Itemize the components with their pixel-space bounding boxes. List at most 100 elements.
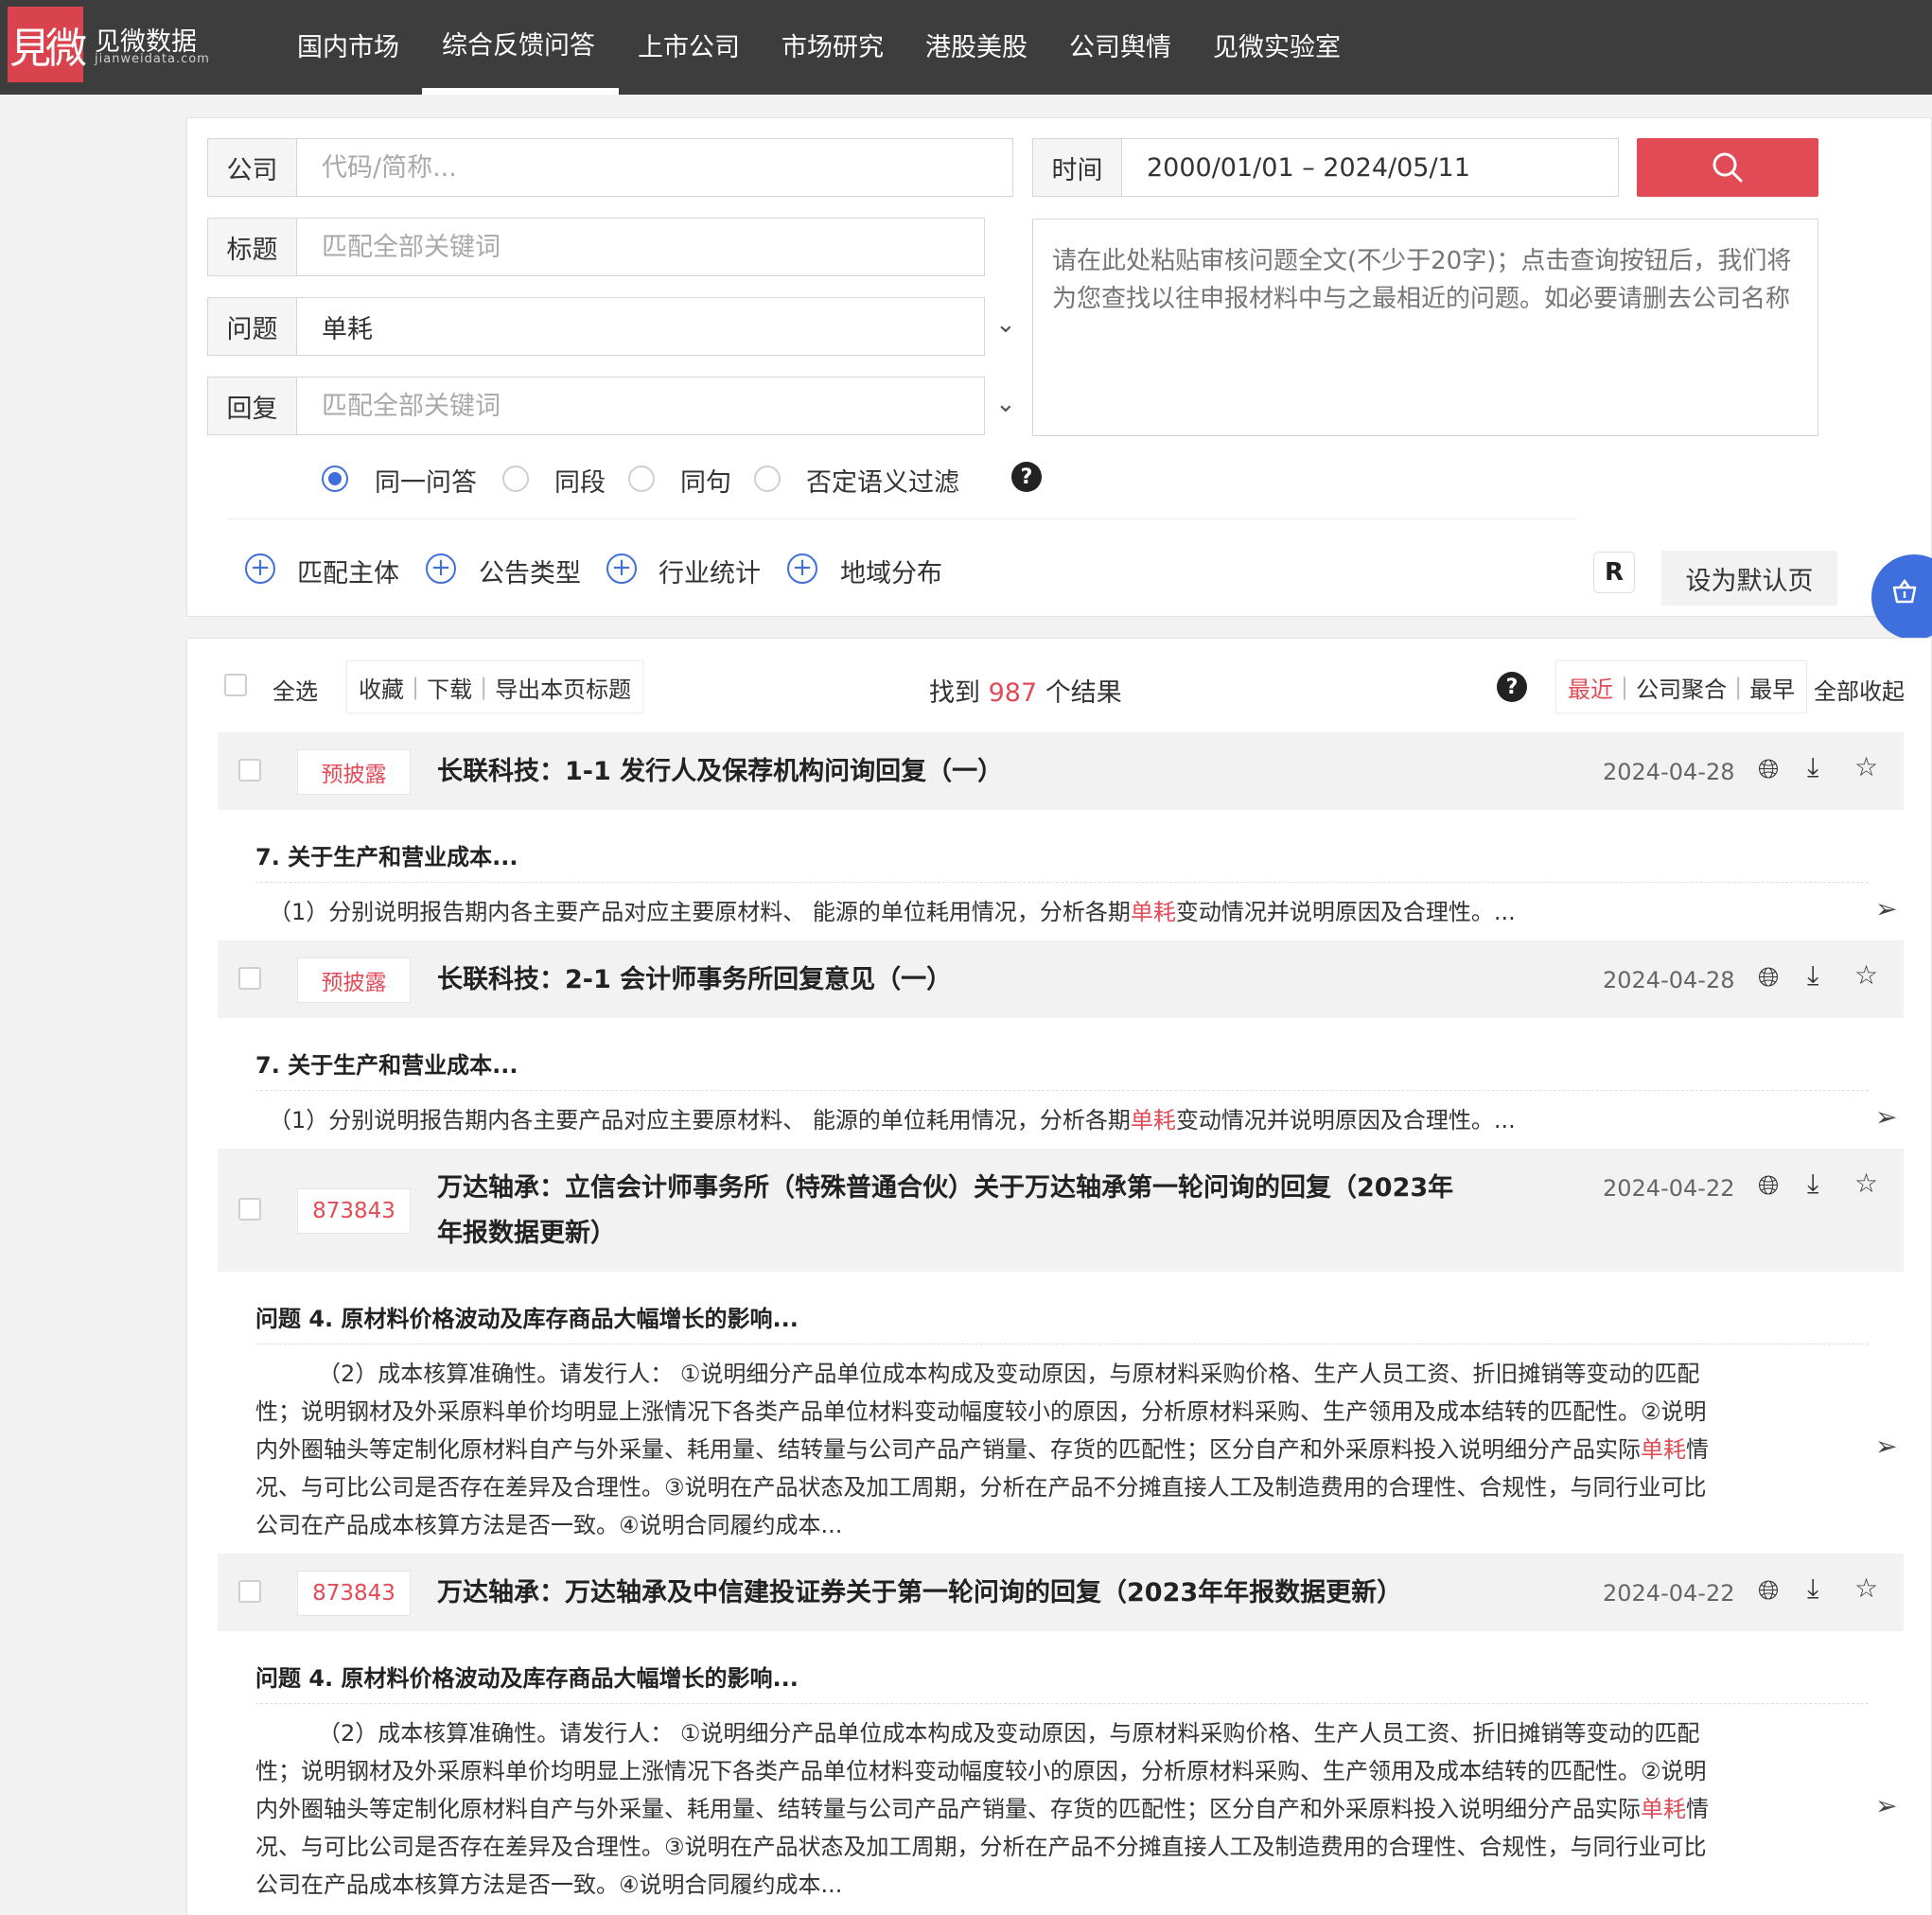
basket-icon	[1892, 578, 1917, 604]
result-date: 2024-04-28	[1603, 967, 1735, 993]
question-heading[interactable]: 7. 关于生产和营业成本...	[255, 1046, 518, 1080]
question-fulltext-input[interactable]	[1032, 219, 1818, 436]
search-icon	[1712, 152, 1743, 183]
question-excerpt[interactable]: （2）成本核算准确性。请发行人： ①说明细分产品单位成本构成及变动原因，与原材料…	[255, 1355, 1831, 1544]
filter-subject[interactable]: 匹配主体	[297, 553, 399, 589]
help-icon[interactable]: ?	[1011, 462, 1042, 492]
star-icon[interactable]: ☆	[1854, 1572, 1878, 1604]
question-heading[interactable]: 7. 关于生产和营业成本...	[255, 838, 518, 871]
download-button[interactable]: 下载	[427, 671, 472, 704]
reply-input[interactable]	[297, 378, 984, 434]
globe-icon[interactable]: 🌐︎	[1758, 1169, 1779, 1202]
download-icon[interactable]: ⤓	[1807, 959, 1818, 992]
question-excerpt[interactable]: （2）成本核算准确性。请发行人： ①说明细分产品单位成本构成及变动原因，与原材料…	[255, 1714, 1831, 1904]
download-icon[interactable]: ⤓	[1807, 1572, 1818, 1605]
plus-circle-icon[interactable]: +	[606, 553, 637, 584]
time-range-input[interactable]: 2000/01/01 – 2024/05/11	[1122, 139, 1618, 196]
nav-item-listed[interactable]: 上市公司	[638, 26, 740, 63]
logo-url: jianweidata.com	[95, 52, 210, 66]
help-icon[interactable]: ?	[1497, 672, 1527, 702]
radio-label: 同段	[554, 468, 606, 498]
question-heading[interactable]: 问题 4. 原材料价格波动及库存商品大幅增长的影响...	[255, 1660, 799, 1693]
plus-circle-icon[interactable]: +	[426, 553, 456, 584]
chevron-down-icon[interactable]: ⌄	[995, 310, 1016, 339]
logo-mark[interactable]: 見微	[8, 7, 87, 82]
question-field: 问题	[207, 297, 985, 356]
sort-company-group[interactable]: 公司聚合	[1636, 671, 1727, 704]
collect-button[interactable]: 收藏	[359, 671, 404, 704]
filter-industry[interactable]: 行业统计	[659, 553, 761, 589]
result-tag[interactable]: 873843	[297, 1188, 411, 1234]
radio-same-paragraph[interactable]	[502, 466, 529, 492]
result-title[interactable]: 万达轴承：立信会计师事务所（特殊普通合伙）关于万达轴承第一轮问询的回复（2023…	[437, 1166, 1453, 1256]
select-all-checkbox[interactable]	[224, 674, 247, 696]
filter-region[interactable]: 地域分布	[840, 553, 942, 589]
result-tag[interactable]: 预披露	[297, 958, 411, 1003]
keyword-highlight: 单耗	[1641, 1796, 1686, 1822]
result-title[interactable]: 长联科技：1-1 发行人及保荐机构问询回复（一）	[437, 749, 1003, 795]
keyword-highlight: 单耗	[1130, 1107, 1176, 1133]
question-excerpt[interactable]: （1）分别说明报告期内各主要产品对应主要原材料、 能源的单位耗用情况，分析各期单…	[269, 1101, 1844, 1139]
radio-negation-filter[interactable]	[754, 466, 781, 492]
divider	[227, 518, 1576, 519]
result-tag[interactable]: 预披露	[297, 749, 411, 795]
question-label: 问题	[208, 298, 297, 355]
result-checkbox[interactable]	[238, 1198, 261, 1221]
reply-label: 回复	[208, 378, 297, 434]
send-icon[interactable]: ➢	[1875, 1431, 1897, 1462]
download-icon[interactable]: ⤓	[1807, 751, 1818, 783]
nav-item-hk-us[interactable]: 港股美股	[925, 26, 1027, 63]
star-icon[interactable]: ☆	[1854, 751, 1878, 782]
search-button[interactable]	[1637, 138, 1818, 197]
plus-circle-icon[interactable]: +	[245, 553, 275, 584]
time-label: 时间	[1033, 139, 1122, 196]
title-input[interactable]	[297, 219, 984, 275]
divider	[255, 1090, 1869, 1091]
radio-same-sentence[interactable]	[628, 466, 655, 492]
send-icon[interactable]: ➢	[1875, 1790, 1897, 1821]
nav-item-sentiment[interactable]: 公司舆情	[1069, 26, 1171, 63]
time-field: 时间 2000/01/01 – 2024/05/11	[1032, 138, 1619, 197]
result-checkbox[interactable]	[238, 967, 261, 990]
result-title[interactable]: 长联科技：2-1 会计师事务所回复意见（一）	[437, 958, 952, 1003]
radio-label: 同一问答	[375, 468, 477, 498]
download-icon[interactable]: ⤓	[1807, 1168, 1818, 1200]
collapse-all-button[interactable]: 全部收起	[1814, 673, 1905, 706]
globe-icon[interactable]: 🌐︎	[1758, 961, 1779, 993]
result-date: 2024-04-28	[1603, 759, 1735, 785]
nav-item-lab[interactable]: 见微实验室	[1213, 26, 1341, 63]
result-title[interactable]: 万达轴承：万达轴承及中信建投证券关于第一轮问询的回复（2023年年报数据更新）	[437, 1571, 1402, 1616]
nav-item-research[interactable]: 市场研究	[782, 26, 884, 63]
question-excerpt[interactable]: （1）分别说明报告期内各主要产品对应主要原材料、 能源的单位耗用情况，分析各期单…	[269, 893, 1844, 931]
radio-same-qa[interactable]	[322, 466, 348, 492]
title-label: 标题	[208, 219, 297, 275]
star-icon[interactable]: ☆	[1854, 959, 1878, 991]
plus-circle-icon[interactable]: +	[787, 553, 817, 584]
active-tab-indicator	[422, 88, 619, 95]
result-checkbox[interactable]	[238, 759, 261, 782]
sort-recent[interactable]: 最近	[1568, 671, 1613, 704]
sort-earliest[interactable]: 最早	[1749, 671, 1795, 704]
export-titles-button[interactable]: 导出本页标题	[495, 671, 631, 704]
radio-label: 否定语义过滤	[806, 468, 959, 498]
result-tag[interactable]: 873843	[297, 1571, 411, 1616]
send-icon[interactable]: ➢	[1875, 893, 1897, 924]
nav-item-feedback-qa[interactable]: 综合反馈问答	[442, 25, 595, 61]
star-icon[interactable]: ☆	[1854, 1168, 1878, 1199]
question-heading[interactable]: 问题 4. 原材料价格波动及库存商品大幅增长的影响...	[255, 1300, 799, 1333]
select-all-label[interactable]: 全选	[272, 673, 318, 706]
result-header: 873843 万达轴承：万达轴承及中信建投证券关于第一轮问询的回复（2023年年…	[218, 1554, 1904, 1631]
result-date: 2024-04-22	[1603, 1580, 1735, 1607]
globe-icon[interactable]: 🌐︎	[1758, 1574, 1779, 1607]
send-icon[interactable]: ➢	[1875, 1101, 1897, 1133]
globe-icon[interactable]: 🌐︎	[1758, 753, 1779, 785]
set-default-page-button[interactable]: 设为默认页	[1661, 551, 1837, 606]
nav-item-domestic[interactable]: 国内市场	[297, 26, 399, 63]
chevron-down-icon[interactable]: ⌄	[995, 390, 1016, 418]
result-checkbox[interactable]	[238, 1580, 261, 1603]
company-input[interactable]	[297, 139, 1012, 196]
r-app-icon[interactable]: R	[1593, 552, 1635, 593]
filter-announcement-type[interactable]: 公告类型	[479, 553, 581, 589]
bulk-actions: 收藏 | 下载 | 导出本页标题	[346, 660, 644, 713]
question-input[interactable]	[297, 298, 984, 355]
